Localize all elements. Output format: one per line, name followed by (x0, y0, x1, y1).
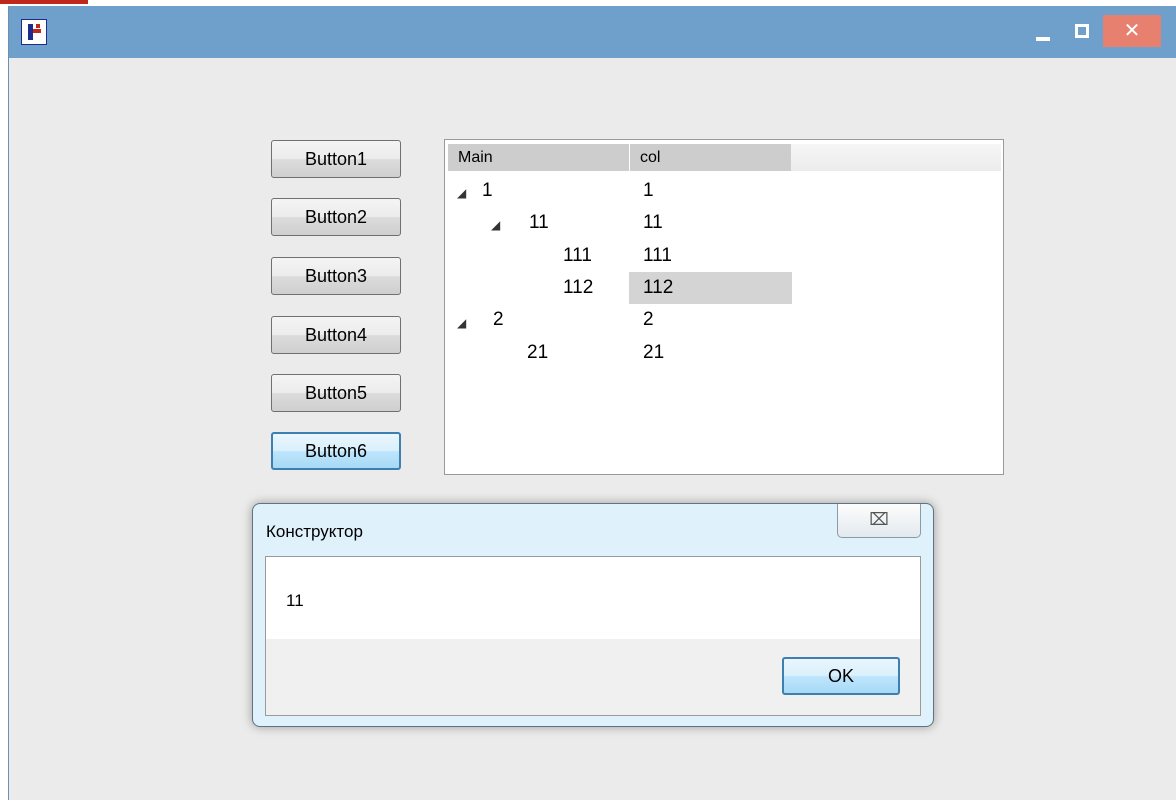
minimize-button[interactable] (1025, 15, 1061, 47)
tree-row-main[interactable]: 112 (563, 273, 593, 303)
title-bar[interactable]: ✕ (9, 6, 1176, 58)
tree-row-col[interactable]: 111 (643, 241, 672, 271)
button-2[interactable]: Button2 (271, 198, 401, 236)
column-header-main[interactable]: Main (448, 144, 629, 171)
app-icon[interactable] (21, 19, 47, 45)
tree-row-main[interactable]: 1 (482, 176, 493, 206)
button-4[interactable]: Button4 (271, 316, 401, 354)
ok-button[interactable]: OK (782, 657, 900, 695)
dialog-message: 11 (286, 591, 304, 610)
expand-arrow-icon[interactable]: ◢ (457, 316, 466, 330)
tree-row-main[interactable]: 11 (529, 208, 549, 238)
column-header-col[interactable]: col (629, 144, 791, 171)
tree-row-main[interactable]: 111 (563, 241, 592, 271)
tree-row-col[interactable]: 2 (643, 305, 654, 335)
minimize-icon (1036, 37, 1050, 41)
tree-row-main[interactable]: 2 (493, 305, 504, 335)
message-dialog: Конструктор ⌧ 11 OK (252, 503, 934, 727)
tree-row-col[interactable]: 11 (643, 208, 663, 238)
dialog-title: Конструктор (266, 522, 363, 541)
dialog-body: 11 OK (265, 556, 921, 716)
expand-arrow-icon[interactable]: ◢ (491, 218, 500, 232)
dialog-close-button[interactable]: ⌧ (837, 504, 921, 538)
close-icon: ⌧ (869, 510, 889, 530)
dialog-message-area: 11 (266, 557, 920, 639)
tree-view[interactable]: Main col ◢ 1 1 ◢ 11 11 111 111 112 112 ◢… (444, 139, 1004, 475)
expand-arrow-icon[interactable]: ◢ (457, 186, 466, 200)
close-button[interactable]: ✕ (1103, 15, 1161, 47)
tree-row-col-selected[interactable]: 112 (643, 273, 673, 303)
button-6[interactable]: Button6 (271, 432, 401, 470)
button-3[interactable]: Button3 (271, 257, 401, 295)
top-accent-strip (0, 0, 88, 4)
button-5[interactable]: Button5 (271, 374, 401, 412)
tree-row-col[interactable]: 1 (643, 176, 654, 206)
tree-row-col[interactable]: 21 (643, 338, 664, 368)
maximize-icon (1075, 24, 1089, 38)
column-header-filler (791, 144, 1001, 171)
maximize-button[interactable] (1065, 15, 1099, 47)
tree-row-main[interactable]: 21 (527, 338, 548, 368)
button-1[interactable]: Button1 (271, 140, 401, 178)
close-icon: ✕ (1123, 18, 1141, 42)
